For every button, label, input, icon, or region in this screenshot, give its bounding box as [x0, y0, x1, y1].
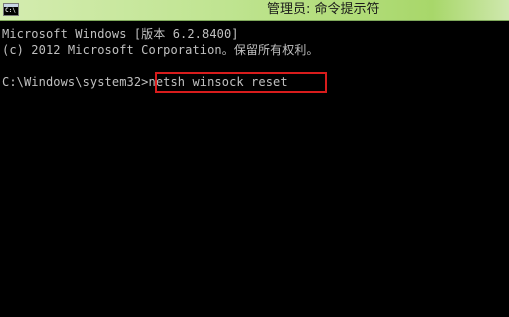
console-line-version: Microsoft Windows [版本 6.2.8400] [2, 27, 239, 41]
console-output[interactable]: Microsoft Windows [版本 6.2.8400] (c) 2012… [0, 21, 509, 317]
command-prompt-window: C:\ 管理员: 命令提示符 Microsoft Windows [版本 6.2… [0, 0, 509, 317]
title-bar[interactable]: C:\ 管理员: 命令提示符 [0, 0, 509, 21]
cmd-icon[interactable]: C:\ [3, 3, 19, 16]
console-line-copyright: (c) 2012 Microsoft Corporation。保留所有权利。 [2, 43, 319, 57]
window-title: 管理员: 命令提示符 [267, 2, 380, 17]
cmd-icon-glyph: C:\ [5, 7, 16, 14]
command-highlight-box [155, 72, 327, 93]
console-prompt: C:\Windows\system32> [2, 75, 149, 89]
